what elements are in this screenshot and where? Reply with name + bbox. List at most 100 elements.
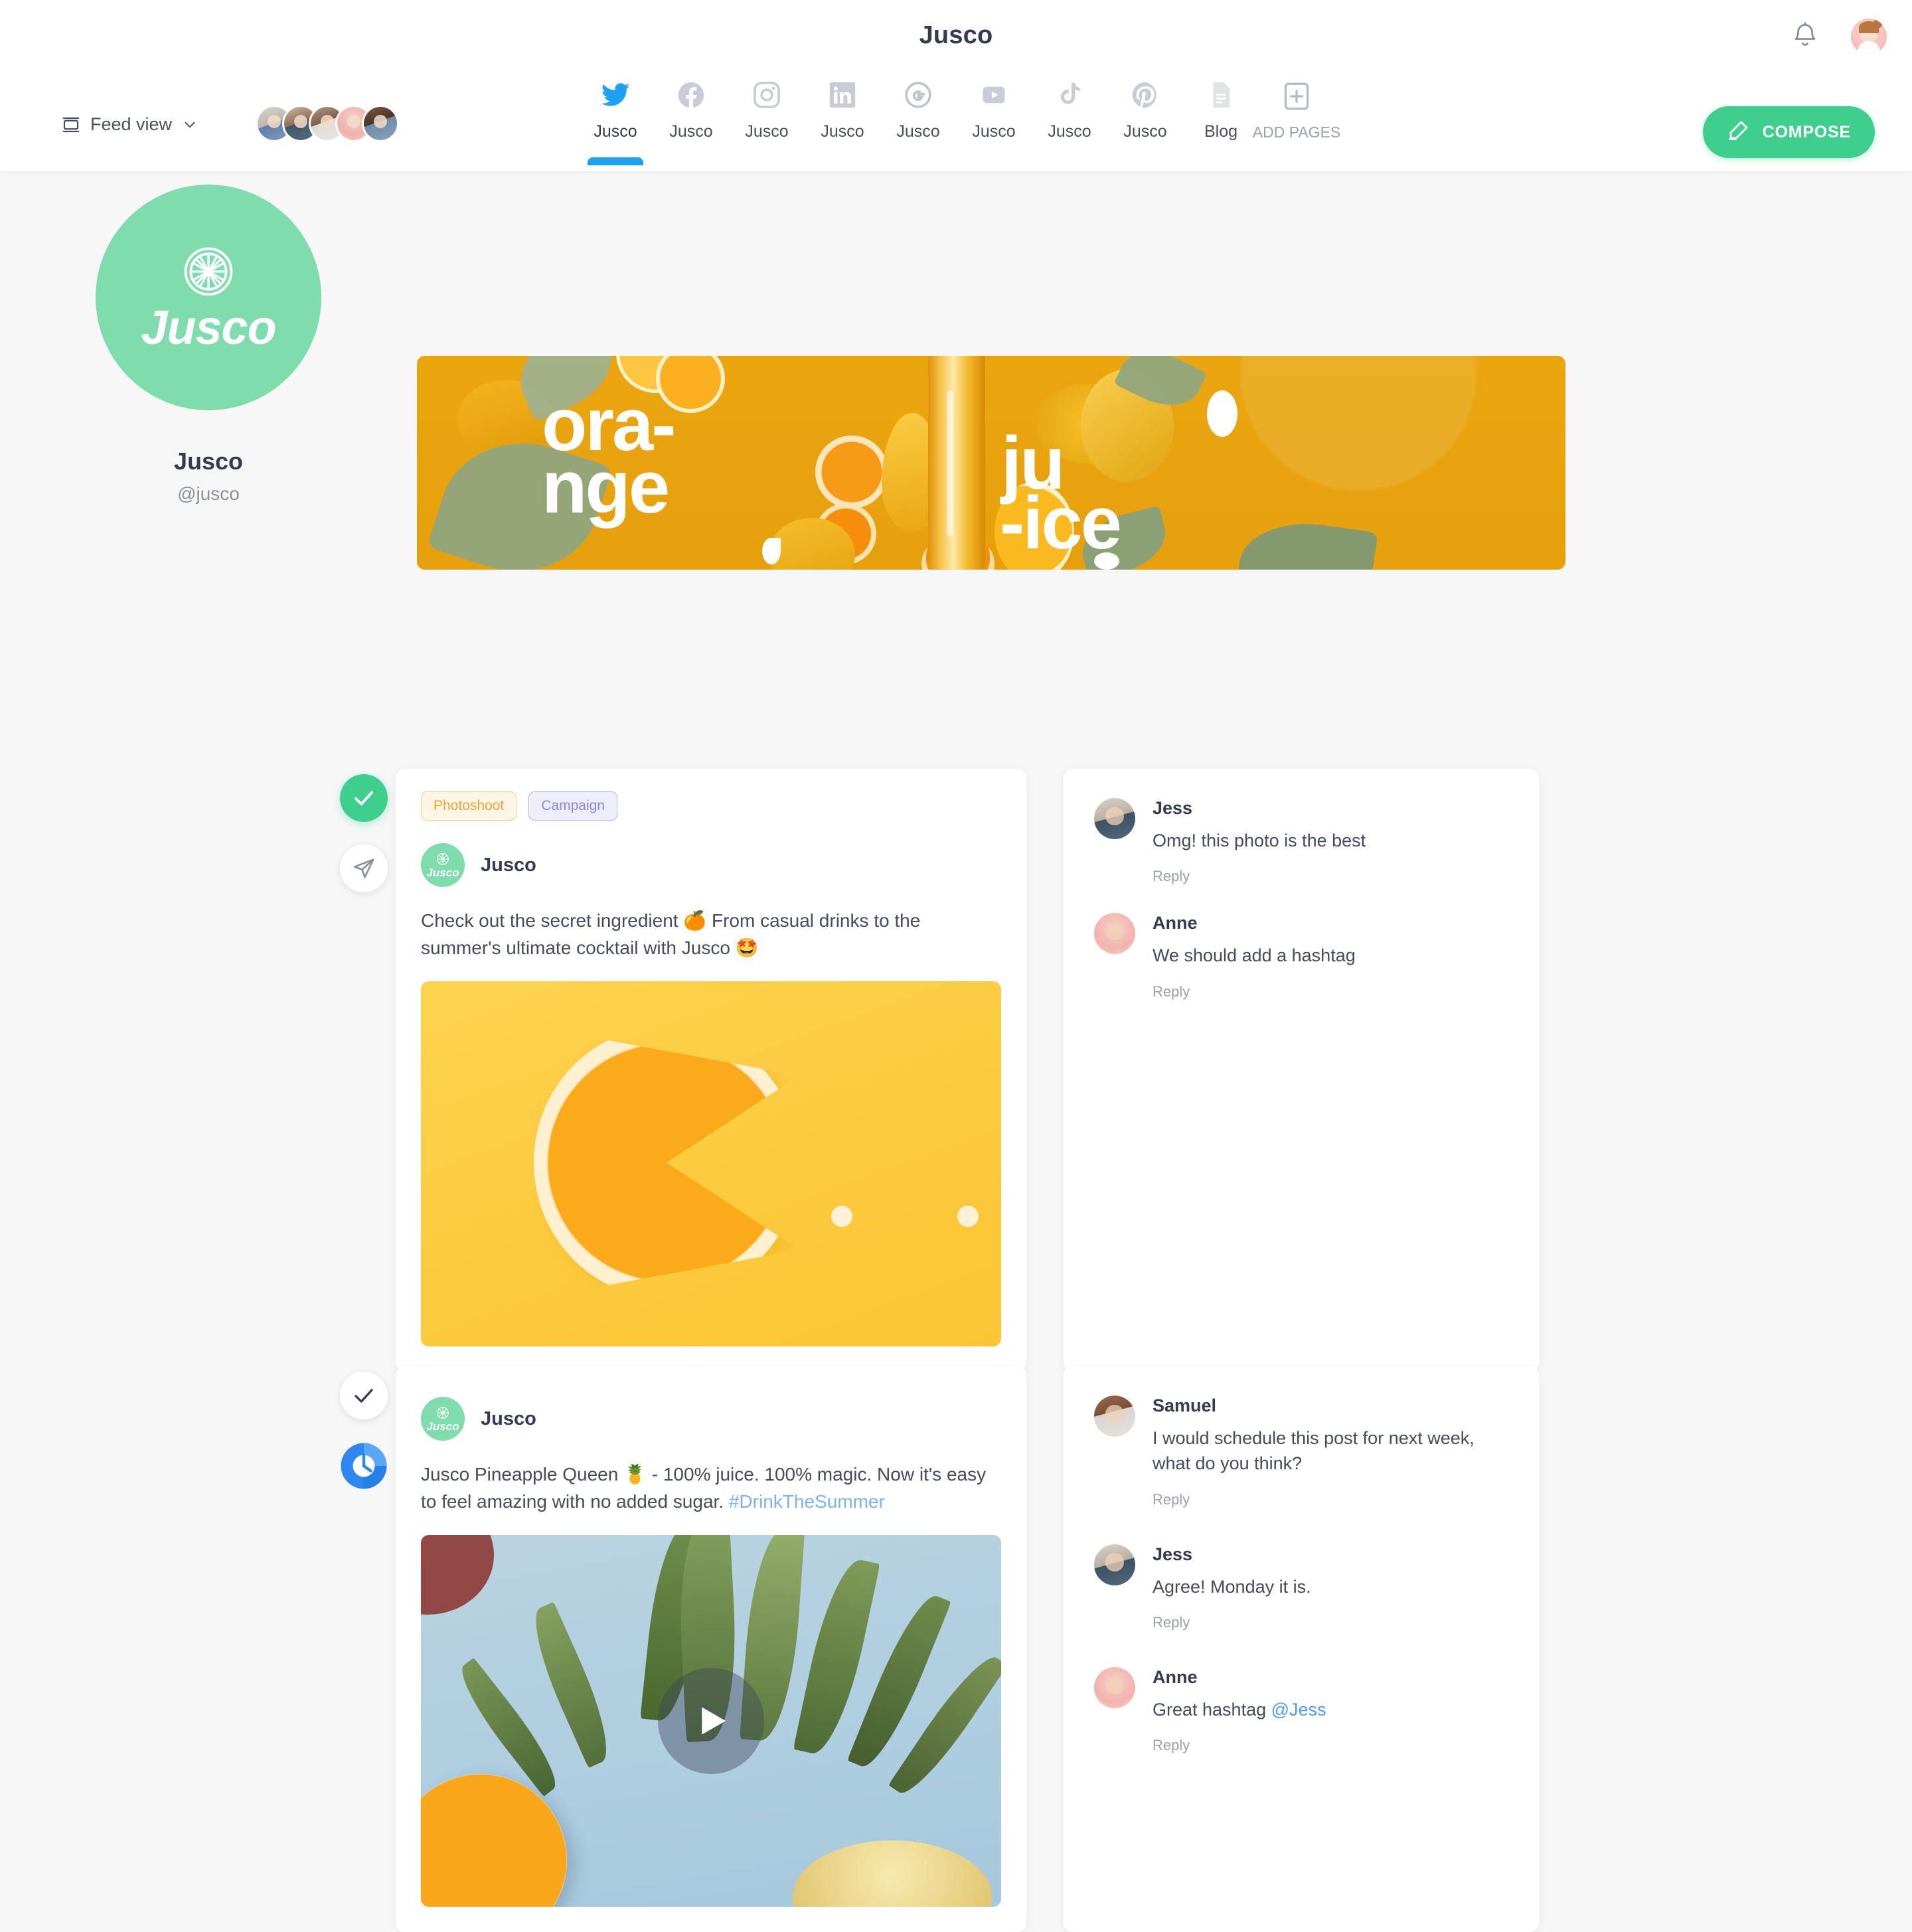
play-icon	[689, 1699, 733, 1743]
reply-button[interactable]: Reply	[1153, 868, 1508, 885]
pineapple-video-thumbnail	[421, 1535, 1001, 1907]
comment-text: Great hashtag @Jess	[1153, 1697, 1508, 1722]
post-text: Jusco Pineapple Queen 🍍 - 100% juice. 10…	[396, 1441, 1026, 1515]
tab-facebook[interactable]: Jusco	[653, 77, 729, 156]
check-icon	[352, 786, 376, 810]
top-bar: Jusco Feed view Jusco Jusco Jusco Jusco …	[0, 0, 1912, 171]
profile-column: Jusco Jusco @jusco	[0, 185, 417, 505]
edit-compose-icon	[1727, 118, 1751, 147]
comment-author: Anne	[1153, 913, 1198, 933]
tab-linkedin[interactable]: Jusco	[805, 77, 880, 156]
tab-pinterest[interactable]: Jusco	[1107, 77, 1183, 156]
decor-white-drop	[762, 538, 781, 564]
send-icon	[352, 856, 376, 880]
post-text-body: Jusco Pineapple Queen 🍍 - 100% juice. 10…	[421, 1464, 987, 1512]
avatar[interactable]	[1851, 19, 1887, 54]
tab-label: Jusco	[745, 122, 789, 141]
post-actions	[332, 769, 396, 1372]
citrus-slice-icon	[180, 243, 237, 300]
comment-text: We should add a hashtag	[1153, 945, 1356, 966]
play-button[interactable]	[658, 1668, 764, 1775]
post-hashtag[interactable]: #DrinkTheSummer	[729, 1491, 885, 1512]
post-row: Jusco Jusco Jusco Pineapple Queen 🍍 - 10…	[332, 1366, 1539, 1932]
google-icon	[903, 77, 933, 113]
cover-image[interactable]: ora- nge ju -ice	[417, 356, 1565, 570]
comment-avatar	[1094, 798, 1135, 839]
bell-icon[interactable]	[1791, 21, 1819, 52]
tab-label: Blog	[1204, 122, 1238, 141]
citrus-slice-icon	[436, 1406, 450, 1420]
post-card[interactable]: Photoshoot Campaign Jusco Jusco Check ou…	[396, 769, 1026, 1372]
tab-label: Jusco	[972, 122, 1016, 141]
send-button[interactable]	[340, 845, 388, 892]
layout-icon	[61, 115, 81, 135]
tab-twitter[interactable]: Jusco	[578, 77, 653, 156]
compose-button[interactable]: COMPOSE	[1702, 106, 1875, 158]
chevron-down-icon	[181, 116, 199, 133]
compose-label: COMPOSE	[1762, 122, 1851, 141]
page-title: Jusco	[919, 21, 993, 49]
approve-button[interactable]	[340, 1372, 388, 1419]
comment-text-body: Great hashtag	[1153, 1699, 1271, 1720]
approve-button[interactable]	[340, 774, 388, 822]
comments-panel: Samuel I would schedule this post for ne…	[1064, 1366, 1539, 1932]
comment: Jess Agree! Monday it is. Reply	[1094, 1544, 1508, 1631]
post-avatar-label: Jusco	[426, 1420, 459, 1433]
pinterest-icon	[1130, 77, 1160, 113]
decor-white-drop	[1207, 390, 1237, 437]
tab-label: Jusco	[669, 122, 713, 141]
tab-label: Jusco	[594, 122, 637, 141]
tab-add-pages[interactable]: ADD PAGES	[1253, 78, 1340, 156]
tab-label: Jusco	[821, 122, 864, 141]
check-icon	[352, 1384, 376, 1408]
comment-author: Jess	[1153, 1544, 1193, 1564]
comment: Samuel I would schedule this post for ne…	[1094, 1396, 1508, 1508]
comment: Anne Great hashtag @Jess Reply	[1094, 1666, 1508, 1754]
top-right-controls	[1791, 19, 1887, 54]
brand-avatar[interactable]: Jusco	[96, 185, 321, 410]
comments-panel: Jess Omg! this photo is the best Reply A…	[1064, 769, 1539, 1372]
feed-view-selector[interactable]: Feed view	[61, 114, 199, 135]
collaborator-avatars[interactable]	[256, 105, 399, 142]
post-avatar: Jusco	[421, 1397, 465, 1441]
cover-text-line-4: -ice	[1000, 481, 1122, 564]
orange-slice-shape	[534, 1026, 799, 1299]
comment-text: Omg! this photo is the best	[1153, 831, 1366, 850]
mention-link[interactable]: @Jess	[1271, 1700, 1326, 1720]
plus-icon	[1281, 78, 1312, 114]
post-avatar-label: Jusco	[426, 866, 459, 879]
post-author: Jusco	[481, 854, 536, 876]
document-icon	[1206, 77, 1236, 113]
reply-button[interactable]: Reply	[1153, 1737, 1508, 1754]
post-card[interactable]: Jusco Jusco Jusco Pineapple Queen 🍍 - 10…	[396, 1366, 1026, 1932]
tab-blog[interactable]: Blog	[1183, 77, 1259, 156]
decor-white-drop	[831, 1206, 852, 1228]
collaborator-avatar[interactable]	[362, 105, 399, 142]
reply-button[interactable]: Reply	[1153, 1491, 1508, 1508]
post-image[interactable]	[421, 981, 1001, 1347]
tab-instagram[interactable]: Jusco	[729, 77, 805, 156]
tab-label: Jusco	[896, 122, 940, 141]
reply-button[interactable]: Reply	[1153, 983, 1508, 1001]
post-video[interactable]	[421, 1535, 1001, 1907]
reply-button[interactable]: Reply	[1153, 1614, 1508, 1631]
comment-avatar	[1094, 913, 1135, 955]
tab-google[interactable]: Jusco	[880, 77, 956, 156]
clock-icon	[340, 1442, 388, 1490]
comment-avatar	[1094, 1666, 1135, 1708]
schedule-button[interactable]	[340, 1442, 388, 1490]
citrus-slice-icon	[436, 852, 450, 866]
comment-avatar	[1094, 1396, 1135, 1437]
tab-label: Jusco	[1123, 122, 1167, 141]
cover-text-line-2: nge	[542, 445, 670, 528]
tab-youtube[interactable]: Jusco	[956, 77, 1032, 156]
post-author: Jusco	[481, 1408, 536, 1429]
post-header: Jusco Jusco	[396, 1366, 1026, 1441]
tag-campaign[interactable]: Campaign	[528, 791, 617, 821]
post-header: Jusco Jusco	[396, 821, 1026, 887]
post-tags: Photoshoot Campaign	[396, 769, 1026, 821]
tag-photoshoot[interactable]: Photoshoot	[421, 791, 517, 821]
tab-tiktok[interactable]: Jusco	[1032, 77, 1107, 156]
tab-label: ADD PAGES	[1252, 123, 1341, 141]
decor-fruit	[421, 1535, 494, 1615]
